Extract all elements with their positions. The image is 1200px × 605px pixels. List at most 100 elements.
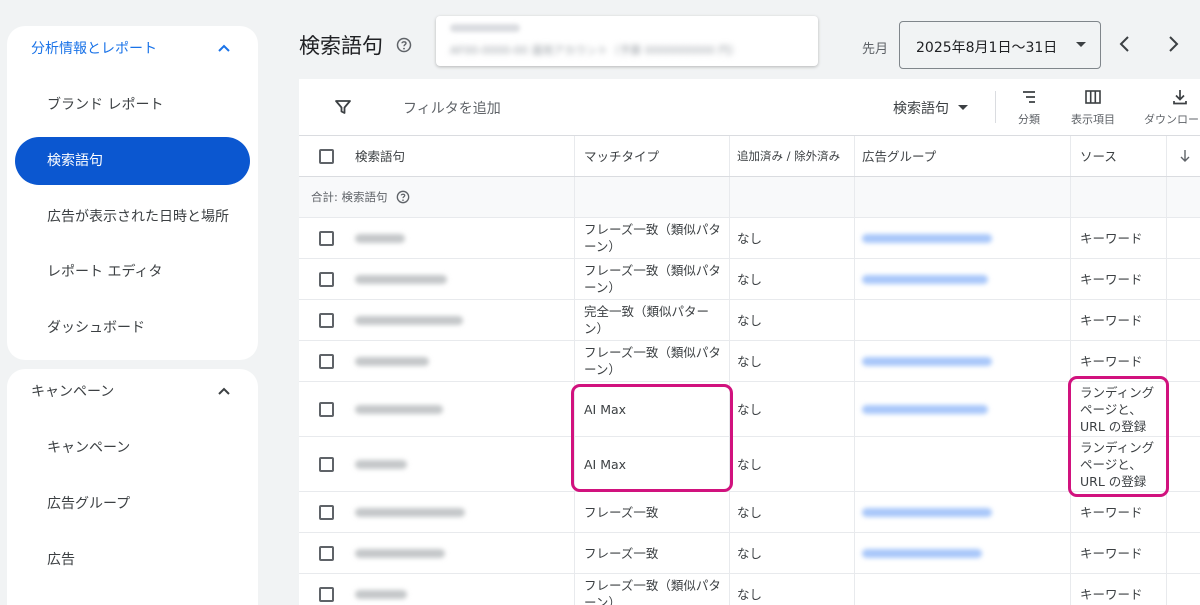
source-cell: キーワード [1080,312,1143,328]
ad-group-cell[interactable] [862,218,992,258]
ad-group-cell[interactable] [862,341,992,381]
ad-group-cell[interactable] [862,492,992,532]
ad-group-link-redacted[interactable] [862,548,982,558]
scope-dropdown[interactable]: 検索語句 [893,98,949,118]
sidebar-item-dashboards[interactable]: ダッシュボード [15,312,250,344]
sidebar-item-report-editor[interactable]: レポート エディタ [15,256,250,288]
column-divider [1070,300,1071,340]
column-header-ad-group[interactable]: 広告グループ [862,136,936,176]
row-checkbox[interactable] [319,402,334,417]
row-checkbox[interactable] [319,505,334,520]
ad-group-link-redacted[interactable] [862,274,988,284]
add-filter-input[interactable]: フィルタを追加 [403,98,501,118]
table-row[interactable]: 完全一致（類似パターン） なし キーワード [299,300,1200,341]
table-row[interactable]: フレーズ一致（類似パターン） なし キーワード [299,574,1200,605]
download-button[interactable]: ダウンロード [1144,88,1200,127]
ad-group-link-redacted[interactable] [862,507,992,517]
reports-section-header[interactable]: 分析情報とレポート [7,26,258,70]
previous-period-icon[interactable] [1118,35,1132,53]
sidebar-item-campaigns[interactable]: キャンペーン [15,432,250,464]
column-header-match-type[interactable]: マッチタイプ [584,136,659,176]
chevron-up-icon[interactable] [216,383,232,399]
table-row[interactable]: フレーズ一致 なし キーワード [299,533,1200,574]
table-row[interactable]: フレーズ一致（類似パターン） なし キーワード [299,259,1200,300]
row-checkbox[interactable] [319,231,334,246]
column-header-added-excluded[interactable]: 追加済み / 除外済み [737,136,840,176]
select-all-checkbox[interactable] [319,149,334,164]
column-divider [729,218,730,258]
added-excluded-cell: なし [737,545,763,561]
ad-group-cell[interactable] [862,533,982,573]
match-type-cell: フレーズ一致（類似パターン） [584,263,721,295]
row-checkbox[interactable] [319,354,334,369]
search-term-redacted [355,274,447,284]
sidebar-item-ads[interactable]: 広告 [15,544,250,576]
ad-group-link-redacted[interactable] [862,356,992,366]
table-row[interactable]: AI Max なし ランディング ページと、URL の登録 [299,382,1200,437]
segment-button[interactable]: 分類 [1018,88,1040,127]
ad-group-cell[interactable] [862,259,988,299]
column-divider [854,341,855,381]
dropdown-arrow-icon [1076,42,1086,47]
column-divider [1166,218,1167,258]
search-term-cell [355,437,407,491]
date-range-picker[interactable]: 2025年8月1日〜31日 [899,21,1101,69]
row-checkbox[interactable] [319,587,334,602]
column-divider [729,533,730,573]
row-checkbox[interactable] [319,272,334,287]
sidebar-item-label: レポート エディタ [47,263,163,280]
row-checkbox[interactable] [319,313,334,328]
sidebar-item-brand-report[interactable]: ブランド レポート [15,89,250,121]
row-checkbox[interactable] [319,546,334,561]
campaigns-section-title: キャンペーン [31,384,115,400]
source-cell: キーワード [1080,504,1143,520]
match-type-cell: フレーズ一致 [584,545,659,561]
next-period-icon[interactable] [1166,35,1180,53]
added-excluded-cell: なし [737,271,763,287]
sidebar-item-search-terms[interactable]: 検索語句 [15,137,250,185]
ad-group-cell[interactable] [862,382,988,436]
column-header-search-term[interactable]: 検索語句 [355,136,405,176]
column-divider [854,533,855,573]
segment-icon [1023,91,1035,103]
columns-button[interactable]: 表示項目 [1071,88,1115,127]
row-checkbox[interactable] [319,457,334,472]
column-divider [574,259,575,299]
column-divider [854,259,855,299]
sidebar-item-ad-groups[interactable]: 広告グループ [15,488,250,520]
sidebar-item-label: 広告 [47,551,75,568]
sort-arrow-icon[interactable] [1179,136,1191,176]
table-row[interactable]: フレーズ一致（類似パターン） なし キーワード [299,341,1200,382]
column-divider [1166,177,1167,217]
download-label: ダウンロード [1144,113,1200,126]
columns-label: 表示項目 [1071,113,1115,126]
download-icon [1173,90,1187,105]
help-icon[interactable] [396,37,412,53]
added-excluded-cell: なし [737,586,763,602]
help-icon[interactable] [396,190,410,204]
ad-group-link-redacted[interactable] [862,233,992,243]
table-row[interactable]: フレーズ一致（類似パターン） なし キーワード [299,218,1200,259]
ad-group-link-redacted[interactable] [862,404,988,414]
filter-icon[interactable] [334,98,352,116]
campaigns-section-header[interactable]: キャンペーン [7,369,258,413]
account-selector[interactable]: AF00-0000-00 運用アカウント（予算 0000000000 円） [436,16,818,66]
sidebar-item-label: ダッシュボード [47,319,145,336]
column-header-source[interactable]: ソース [1080,136,1117,176]
chevron-up-icon[interactable] [216,40,232,56]
highlight-landing-page-source [1068,376,1169,497]
match-type-cell: フレーズ一致 [584,504,659,520]
search-term-redacted [355,233,405,243]
reports-nav-card: 分析情報とレポート ブランド レポート 検索語句 広告が表示された日時と場所 レ… [7,26,258,360]
match-type-cell: フレーズ一致（類似パターン） [584,222,721,254]
search-term-cell [355,218,405,258]
column-divider [1166,574,1167,605]
column-divider [854,300,855,340]
table-row[interactable]: AI Max なし ランディング ページと、URL の登録 [299,437,1200,492]
column-divider [1070,574,1071,605]
column-divider [1070,218,1071,258]
sidebar-item-label: 検索語句 [47,152,103,169]
column-divider [574,136,575,176]
table-row[interactable]: フレーズ一致 なし キーワード [299,492,1200,533]
sidebar-item-when-where[interactable]: 広告が表示された日時と場所 [15,194,235,240]
